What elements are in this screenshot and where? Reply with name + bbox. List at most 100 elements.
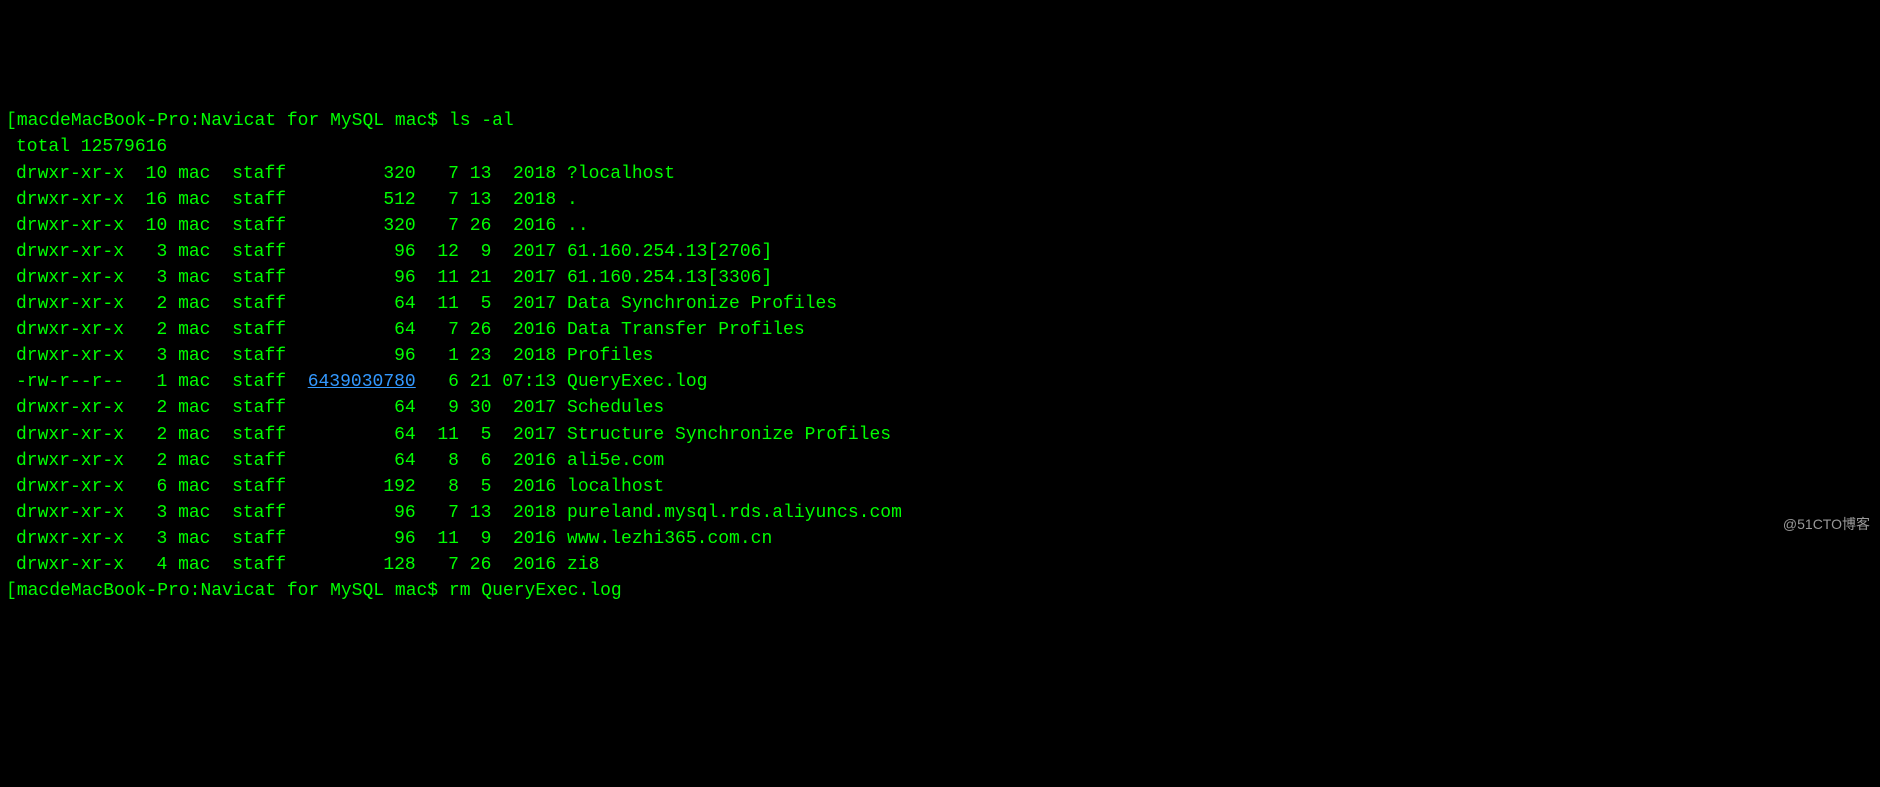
file-links: 1 xyxy=(146,372,168,392)
file-group: staff xyxy=(232,529,286,549)
file-time: 2016 xyxy=(502,451,556,471)
watermark-text: @51CTO博客 xyxy=(1783,514,1870,534)
file-group: staff xyxy=(232,216,286,236)
listing-row: drwxr-xr-x 3 mac staff 96 7 13 2018 pure… xyxy=(6,500,1874,526)
file-perms: drwxr-xr-x xyxy=(16,451,124,471)
listing-row: drwxr-xr-x 10 mac staff 320 7 13 2018 ?l… xyxy=(6,161,1874,187)
file-name: . xyxy=(567,190,578,210)
file-day: 13 xyxy=(470,190,492,210)
command-text: rm QueryExec.log xyxy=(449,581,622,601)
file-month: 11 xyxy=(437,294,459,314)
file-month: 12 xyxy=(437,242,459,262)
file-month: 8 xyxy=(437,477,459,497)
file-month: 7 xyxy=(437,555,459,575)
file-perms: -rw-r--r-- xyxy=(16,372,124,392)
file-group: staff xyxy=(232,555,286,575)
file-day: 30 xyxy=(470,398,492,418)
file-month: 1 xyxy=(437,346,459,366)
prompt-path: Navicat for MySQL xyxy=(200,111,384,131)
terminal-output[interactable]: [macdeMacBook-Pro:Navicat for MySQL mac$… xyxy=(6,108,1874,604)
file-time: 2017 xyxy=(502,242,556,262)
file-perms: drwxr-xr-x xyxy=(16,398,124,418)
file-links: 2 xyxy=(146,320,168,340)
file-time: 2018 xyxy=(502,503,556,523)
file-links: 3 xyxy=(146,529,168,549)
file-perms: drwxr-xr-x xyxy=(16,216,124,236)
file-perms: drwxr-xr-x xyxy=(16,190,124,210)
command-text: ls -al xyxy=(449,111,514,131)
file-month: 11 xyxy=(437,425,459,445)
listing-row: drwxr-xr-x 2 mac staff 64 9 30 2017 Sche… xyxy=(6,395,1874,421)
prompt-user: mac$ xyxy=(384,111,449,131)
file-links: 10 xyxy=(146,216,168,236)
file-name: Data Transfer Profiles xyxy=(567,320,805,340)
listing-row: drwxr-xr-x 2 mac staff 64 7 26 2016 Data… xyxy=(6,317,1874,343)
listing-row: -rw-r--r-- 1 mac staff 6439030780 6 21 0… xyxy=(6,369,1874,395)
file-day: 9 xyxy=(470,242,492,262)
file-size: 64 xyxy=(308,398,416,418)
file-day: 13 xyxy=(470,164,492,184)
file-month: 7 xyxy=(437,164,459,184)
file-size: 96 xyxy=(308,529,416,549)
file-group: staff xyxy=(232,503,286,523)
file-owner: mac xyxy=(178,346,210,366)
file-month: 7 xyxy=(437,320,459,340)
file-name: QueryExec.log xyxy=(567,372,707,392)
file-time: 2016 xyxy=(502,320,556,340)
file-month: 7 xyxy=(437,503,459,523)
file-owner: mac xyxy=(178,164,210,184)
listing-row: drwxr-xr-x 6 mac staff 192 8 5 2016 loca… xyxy=(6,474,1874,500)
file-day: 5 xyxy=(470,294,492,314)
file-day: 21 xyxy=(470,372,492,392)
file-time: 2016 xyxy=(502,216,556,236)
file-group: staff xyxy=(232,320,286,340)
file-perms: drwxr-xr-x xyxy=(16,294,124,314)
file-perms: drwxr-xr-x xyxy=(16,555,124,575)
file-size: 320 xyxy=(308,164,416,184)
prompt-host: macdeMacBook-Pro xyxy=(17,111,190,131)
file-size: 6439030780 xyxy=(308,372,416,392)
file-day: 26 xyxy=(470,216,492,236)
file-day: 26 xyxy=(470,555,492,575)
file-group: staff xyxy=(232,398,286,418)
file-name: ?localhost xyxy=(567,164,675,184)
file-perms: drwxr-xr-x xyxy=(16,503,124,523)
file-links: 2 xyxy=(146,398,168,418)
listing-row: drwxr-xr-x 2 mac staff 64 11 5 2017 Data… xyxy=(6,291,1874,317)
prompt-line-2: [macdeMacBook-Pro:Navicat for MySQL mac$… xyxy=(6,578,1874,604)
file-size: 64 xyxy=(308,425,416,445)
file-perms: drwxr-xr-x xyxy=(16,268,124,288)
file-perms: drwxr-xr-x xyxy=(16,529,124,549)
file-links: 16 xyxy=(146,190,168,210)
file-owner: mac xyxy=(178,425,210,445)
file-size: 64 xyxy=(308,320,416,340)
listing-row: drwxr-xr-x 3 mac staff 96 1 23 2018 Prof… xyxy=(6,343,1874,369)
file-size: 96 xyxy=(308,242,416,262)
file-links: 2 xyxy=(146,294,168,314)
file-links: 3 xyxy=(146,503,168,523)
file-links: 3 xyxy=(146,268,168,288)
file-links: 3 xyxy=(146,346,168,366)
listing-row: drwxr-xr-x 2 mac staff 64 8 6 2016 ali5e… xyxy=(6,448,1874,474)
file-time: 2016 xyxy=(502,555,556,575)
listing-row: drwxr-xr-x 3 mac staff 96 11 21 2017 61.… xyxy=(6,265,1874,291)
file-month: 6 xyxy=(437,372,459,392)
file-owner: mac xyxy=(178,294,210,314)
file-owner: mac xyxy=(178,268,210,288)
file-group: staff xyxy=(232,268,286,288)
file-month: 7 xyxy=(437,216,459,236)
file-owner: mac xyxy=(178,242,210,262)
file-owner: mac xyxy=(178,529,210,549)
file-owner: mac xyxy=(178,477,210,497)
file-group: staff xyxy=(232,477,286,497)
file-links: 3 xyxy=(146,242,168,262)
file-size: 64 xyxy=(308,451,416,471)
file-day: 9 xyxy=(470,529,492,549)
file-time: 2016 xyxy=(502,529,556,549)
file-time: 2016 xyxy=(502,477,556,497)
file-time: 2018 xyxy=(502,164,556,184)
total-line: total 12579616 xyxy=(6,134,1874,160)
file-size: 96 xyxy=(308,268,416,288)
listing-row: drwxr-xr-x 2 mac staff 64 11 5 2017 Stru… xyxy=(6,422,1874,448)
prompt-line-1: [macdeMacBook-Pro:Navicat for MySQL mac$… xyxy=(6,108,1874,134)
